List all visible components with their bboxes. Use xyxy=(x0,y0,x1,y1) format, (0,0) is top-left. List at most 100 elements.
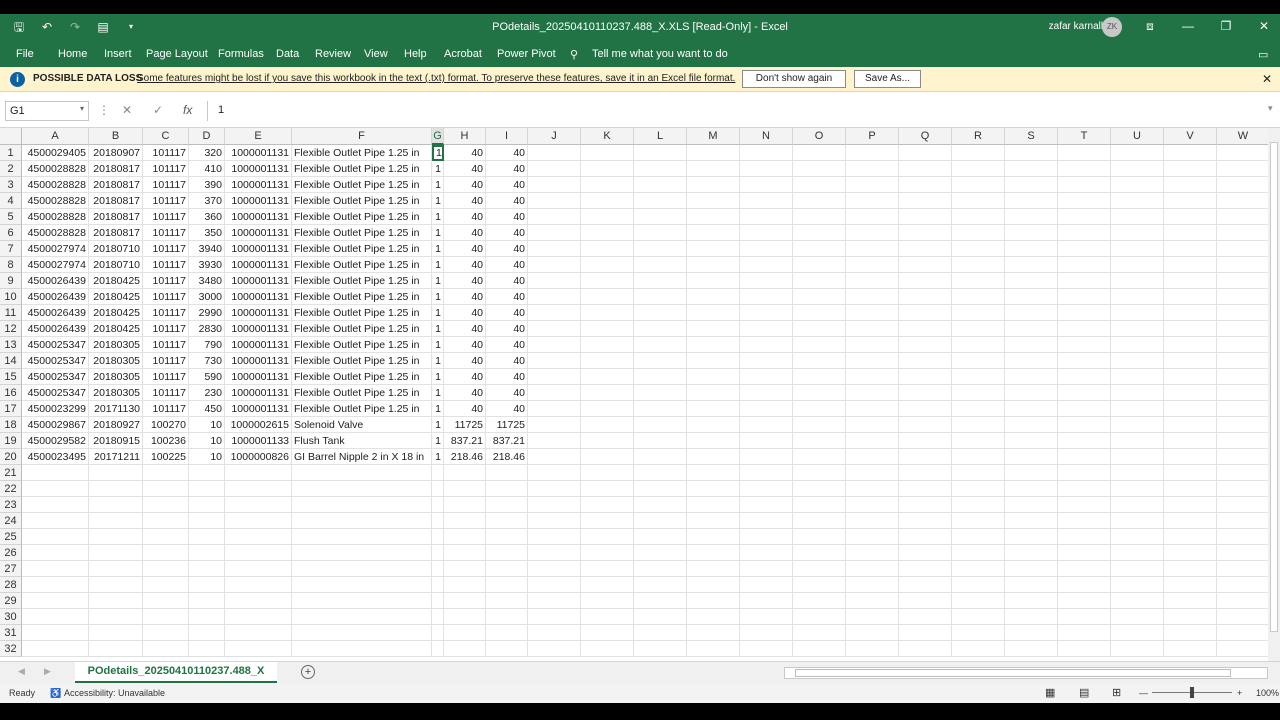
cell[interactable] xyxy=(1217,273,1268,289)
cell[interactable] xyxy=(846,145,899,161)
cell[interactable] xyxy=(486,497,528,513)
cell[interactable]: 10 xyxy=(189,449,225,465)
cell[interactable]: 837.21 xyxy=(444,433,486,449)
cell[interactable]: 1000001131 xyxy=(225,273,292,289)
cell[interactable] xyxy=(1005,209,1058,225)
cell[interactable] xyxy=(528,609,581,625)
cell[interactable]: 101117 xyxy=(143,289,189,305)
cell[interactable] xyxy=(444,513,486,529)
enter-icon[interactable]: ✓ xyxy=(153,103,163,117)
cell[interactable] xyxy=(444,497,486,513)
cell[interactable]: 1 xyxy=(432,289,444,305)
cell[interactable] xyxy=(1005,641,1058,657)
cell[interactable] xyxy=(952,305,1005,321)
cell[interactable] xyxy=(793,209,846,225)
cell[interactable] xyxy=(528,577,581,593)
cell[interactable] xyxy=(1058,241,1111,257)
cell[interactable]: 1 xyxy=(432,401,444,417)
cell[interactable] xyxy=(581,465,634,481)
cell[interactable] xyxy=(1005,337,1058,353)
cell[interactable]: 20180817 xyxy=(89,209,143,225)
cell[interactable] xyxy=(581,353,634,369)
cell[interactable] xyxy=(1164,305,1217,321)
cell[interactable] xyxy=(89,609,143,625)
cell[interactable]: 370 xyxy=(189,193,225,209)
cell[interactable]: 1 xyxy=(432,225,444,241)
cell[interactable] xyxy=(740,417,793,433)
cell[interactable]: 101117 xyxy=(143,369,189,385)
cell[interactable] xyxy=(528,641,581,657)
cell[interactable] xyxy=(1164,385,1217,401)
cell[interactable] xyxy=(1005,289,1058,305)
cell[interactable] xyxy=(899,209,952,225)
cell[interactable] xyxy=(1164,625,1217,641)
cell[interactable]: 20180927 xyxy=(89,417,143,433)
cell[interactable] xyxy=(687,401,740,417)
cell[interactable] xyxy=(1217,257,1268,273)
cell[interactable] xyxy=(225,641,292,657)
cell[interactable]: Flexible Outlet Pipe 1.25 in xyxy=(292,401,432,417)
comments-icon[interactable]: ▭ xyxy=(1258,48,1268,61)
cell[interactable] xyxy=(899,369,952,385)
cell[interactable] xyxy=(89,497,143,513)
cell[interactable] xyxy=(740,481,793,497)
cell[interactable]: 40 xyxy=(486,225,528,241)
cell[interactable]: 4500023299 xyxy=(22,401,89,417)
cell[interactable] xyxy=(1005,401,1058,417)
cell[interactable] xyxy=(528,177,581,193)
column-header-s[interactable]: S xyxy=(1005,128,1058,145)
cell[interactable]: 4500028828 xyxy=(22,225,89,241)
cell[interactable] xyxy=(1164,257,1217,273)
cell[interactable] xyxy=(899,305,952,321)
cell[interactable] xyxy=(528,401,581,417)
cell[interactable] xyxy=(432,561,444,577)
cell[interactable] xyxy=(634,401,687,417)
cell[interactable] xyxy=(1111,641,1164,657)
cell[interactable]: 40 xyxy=(444,385,486,401)
restore-icon[interactable]: ❐ xyxy=(1216,19,1236,33)
cell[interactable] xyxy=(432,513,444,529)
cell[interactable] xyxy=(528,193,581,209)
tell-me-search[interactable]: Tell me what you want to do xyxy=(592,48,728,60)
cell[interactable] xyxy=(292,545,432,561)
cell[interactable] xyxy=(22,529,89,545)
cell[interactable] xyxy=(1111,609,1164,625)
cell[interactable] xyxy=(1111,497,1164,513)
expand-formula-icon[interactable]: ▾ xyxy=(1268,103,1273,114)
cell[interactable]: Flexible Outlet Pipe 1.25 in xyxy=(292,273,432,289)
cell[interactable] xyxy=(952,257,1005,273)
cell[interactable]: 101117 xyxy=(143,321,189,337)
cell[interactable]: 350 xyxy=(189,225,225,241)
cell[interactable] xyxy=(740,193,793,209)
cell[interactable]: Flexible Outlet Pipe 1.25 in xyxy=(292,161,432,177)
cell[interactable] xyxy=(793,177,846,193)
next-sheet-icon[interactable]: ▶ xyxy=(44,666,51,677)
cell[interactable] xyxy=(1058,609,1111,625)
cell[interactable] xyxy=(846,209,899,225)
cell[interactable] xyxy=(846,337,899,353)
cell[interactable] xyxy=(1217,529,1268,545)
cell[interactable]: 1 xyxy=(432,353,444,369)
row-header[interactable]: 14 xyxy=(0,353,22,369)
cell[interactable]: 101117 xyxy=(143,193,189,209)
cell[interactable] xyxy=(952,481,1005,497)
cell[interactable] xyxy=(952,433,1005,449)
cell[interactable] xyxy=(528,417,581,433)
cell[interactable] xyxy=(1005,321,1058,337)
cell[interactable] xyxy=(687,177,740,193)
cell[interactable]: 1000001131 xyxy=(225,401,292,417)
cell[interactable]: 40 xyxy=(444,257,486,273)
cell[interactable] xyxy=(1058,641,1111,657)
cell[interactable] xyxy=(89,465,143,481)
cell[interactable] xyxy=(687,641,740,657)
cell[interactable] xyxy=(687,257,740,273)
cell[interactable]: 101117 xyxy=(143,177,189,193)
cell[interactable]: GI Barrel Nipple 2 in X 18 in xyxy=(292,449,432,465)
cell[interactable] xyxy=(581,145,634,161)
cell[interactable]: 20180817 xyxy=(89,161,143,177)
cell[interactable] xyxy=(1111,241,1164,257)
cell[interactable] xyxy=(292,497,432,513)
cell[interactable] xyxy=(793,465,846,481)
cell[interactable] xyxy=(740,641,793,657)
cell[interactable] xyxy=(1164,433,1217,449)
